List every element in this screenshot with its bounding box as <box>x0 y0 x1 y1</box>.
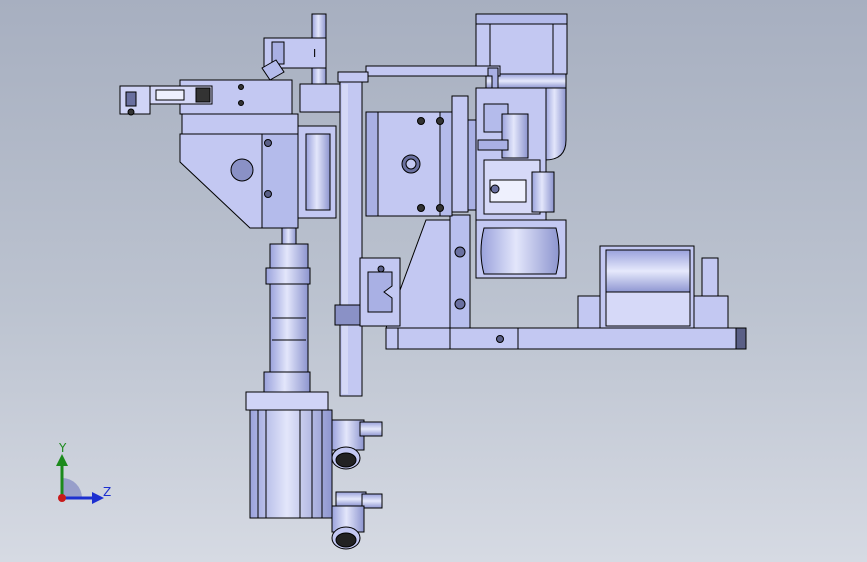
y-axis-label: Y <box>59 441 67 455</box>
assembly-drawing: I <box>56 13 747 550</box>
left-head-assembly: I <box>119 13 341 229</box>
bracket-mark: I <box>313 47 316 60</box>
z-axis-label: Z <box>103 485 112 499</box>
center-motor <box>365 95 477 217</box>
vertical-plate <box>334 81 366 397</box>
triad-origin <box>58 494 66 502</box>
lower-base <box>385 327 747 350</box>
support-bracket <box>359 214 471 329</box>
cad-viewport[interactable]: I Y Z <box>0 0 867 562</box>
vertical-shaft <box>245 227 329 411</box>
pneumatic-cylinder <box>249 409 333 519</box>
air-fitting-upper <box>331 419 383 470</box>
air-fitting-lower <box>331 491 383 550</box>
y-axis-arrow <box>56 454 68 466</box>
orientation-triad <box>56 454 104 504</box>
right-housing <box>577 245 729 329</box>
